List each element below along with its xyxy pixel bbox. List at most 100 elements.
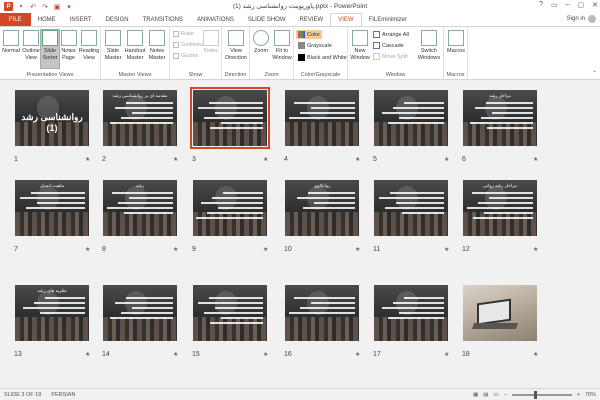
zoom-in-icon[interactable]: +	[577, 392, 580, 398]
slideshow-status-icon[interactable]: ▭	[494, 392, 499, 398]
move-split-icon	[373, 53, 380, 60]
notes-master-button[interactable]: Notes Master	[147, 30, 167, 61]
cascade-button[interactable]: Cascade	[373, 42, 404, 49]
tab-view[interactable]: VIEW	[330, 13, 362, 26]
slide-thumbnail[interactable]	[463, 285, 537, 341]
slide-thumbnail[interactable]	[374, 180, 448, 236]
guides-checkbox[interactable]: Guides	[173, 53, 198, 59]
slide-master-button[interactable]: Slide Master	[103, 30, 123, 61]
transition-star-icon[interactable]: ★	[263, 156, 268, 163]
transition-star-icon[interactable]: ★	[85, 156, 90, 163]
slide-text-line	[311, 107, 355, 109]
slide-thumbnail[interactable]	[190, 87, 270, 149]
transition-star-icon[interactable]: ★	[263, 351, 268, 358]
close-button[interactable]: ✕	[592, 1, 598, 9]
transition-star-icon[interactable]: ★	[444, 246, 449, 253]
transition-star-icon[interactable]: ★	[173, 246, 178, 253]
slide-text-line	[198, 107, 263, 109]
arrange-all-button[interactable]: Arrange All	[373, 31, 409, 38]
sign-in[interactable]: Sign in	[567, 15, 596, 23]
transition-star-icon[interactable]: ★	[173, 351, 178, 358]
fit-to-window-button[interactable]: Fit to Window	[271, 30, 293, 61]
slide-thumbnail[interactable]: روانشناسی رشد (1)	[15, 90, 89, 146]
slide-text-line	[492, 112, 533, 114]
zoom-out-icon[interactable]: –	[504, 392, 507, 398]
tab-animations[interactable]: ANIMATIONS	[190, 13, 241, 26]
move-split-label: Move Split	[382, 53, 408, 60]
transition-star-icon[interactable]: ★	[444, 156, 449, 163]
slide-thumbnail[interactable]: مراحل رشد	[463, 90, 537, 146]
transition-star-icon[interactable]: ★	[85, 246, 90, 253]
slide-thumbnail[interactable]	[103, 285, 177, 341]
slide-thumbnail[interactable]	[374, 90, 448, 146]
slide-sorter-pane[interactable]: روانشناسی رشد (1) 1 ★ مقدمه ای بر روانشناسی…	[0, 80, 600, 388]
black-and-white-button[interactable]: Black and White	[298, 54, 347, 61]
transition-star-icon[interactable]: ★	[533, 351, 538, 358]
slide-thumbnail[interactable]	[285, 285, 359, 341]
transition-star-icon[interactable]: ★	[85, 351, 90, 358]
macros-button[interactable]: Macros	[446, 30, 466, 55]
zoom-slider-knob[interactable]	[533, 390, 537, 399]
slide-number: 2	[102, 156, 106, 163]
handout-master-button[interactable]: Handout Master	[124, 30, 146, 61]
reading-view-button[interactable]: Reading View	[78, 30, 100, 61]
slide-thumbnail[interactable]	[285, 90, 359, 146]
move-split-button[interactable]: Move Split	[373, 53, 408, 60]
transition-star-icon[interactable]: ★	[444, 351, 449, 358]
tab-file[interactable]: FILE	[0, 13, 31, 26]
slide-text-line	[481, 117, 533, 119]
zoom-button[interactable]: Zoom	[252, 30, 270, 55]
ruler-checkbox[interactable]: Ruler	[173, 31, 194, 37]
tab-design[interactable]: DESIGN	[99, 13, 136, 26]
transition-star-icon[interactable]: ★	[355, 351, 360, 358]
slide-thumbnail[interactable]: مراحل رشد روانی	[463, 180, 537, 236]
collapse-ribbon-icon[interactable]: ⌃	[592, 70, 597, 77]
transition-star-icon[interactable]: ★	[355, 156, 360, 163]
zoom-slider[interactable]	[511, 390, 572, 399]
transition-star-icon[interactable]: ★	[263, 246, 268, 253]
tab-transitions[interactable]: TRANSITIONS	[136, 13, 190, 26]
slide-thumbnail[interactable]: ماهیت انسان	[15, 180, 89, 236]
slide-thumbnail[interactable]: رشد	[103, 180, 177, 236]
transition-star-icon[interactable]: ★	[355, 246, 360, 253]
slide-text-line	[382, 112, 444, 114]
slide-thumbnail[interactable]	[374, 285, 448, 341]
notes-button[interactable]: Notes	[202, 30, 220, 55]
tab-fileminimizer[interactable]: FILEminimizer	[362, 13, 414, 26]
children-photo	[285, 317, 359, 341]
slide-thumbnail[interactable]: روانکاوی	[285, 180, 359, 236]
outline-view-button[interactable]: Outline View	[21, 30, 41, 61]
slide-sorter-button[interactable]: Slide Sorter	[40, 29, 60, 69]
transition-star-icon[interactable]: ★	[533, 156, 538, 163]
gridlines-checkbox[interactable]: Gridlines	[173, 42, 203, 48]
color-button[interactable]: Color	[296, 30, 323, 39]
ribbon-display-button[interactable]: ▭	[551, 1, 558, 9]
slide-thumbnail[interactable]: مقدمه ای بر روانشناسی رشد	[103, 90, 177, 146]
transition-star-icon[interactable]: ★	[173, 156, 178, 163]
minimize-button[interactable]: –	[566, 1, 570, 9]
language-indicator[interactable]: PERSIAN	[51, 392, 75, 398]
view-direction-button[interactable]: View Direction	[225, 30, 247, 61]
slide-number: 7	[14, 246, 18, 253]
grayscale-button[interactable]: Grayscale	[298, 42, 332, 49]
reading-view-status-icon[interactable]: ▤	[483, 392, 488, 398]
zoom-level[interactable]: 70%	[585, 392, 596, 398]
slide-text-line	[297, 197, 355, 199]
slide-thumbnail[interactable]	[193, 180, 267, 236]
slide-text-line	[110, 317, 173, 319]
normal-view-button[interactable]: Normal	[2, 30, 20, 55]
slide-thumbnail[interactable]	[193, 285, 267, 341]
tab-review[interactable]: REVIEW	[293, 13, 331, 26]
maximize-button[interactable]: ▢	[578, 1, 585, 9]
switch-windows-button[interactable]: Switch Windows	[416, 30, 442, 61]
tab-insert[interactable]: INSERT	[63, 13, 99, 26]
sorter-view-icon[interactable]: ▦	[473, 392, 478, 398]
transition-star-icon[interactable]: ★	[533, 246, 538, 253]
help-button[interactable]: ?	[539, 1, 543, 9]
new-window-button[interactable]: New Window	[350, 30, 370, 61]
slide-number: 6	[462, 156, 466, 163]
notes-page-button[interactable]: Notes Page	[60, 30, 77, 61]
tab-home[interactable]: HOME	[31, 13, 63, 26]
tab-slide-show[interactable]: SLIDE SHOW	[241, 13, 293, 26]
slide-thumbnail[interactable]: نظریه های رشد	[15, 285, 89, 341]
